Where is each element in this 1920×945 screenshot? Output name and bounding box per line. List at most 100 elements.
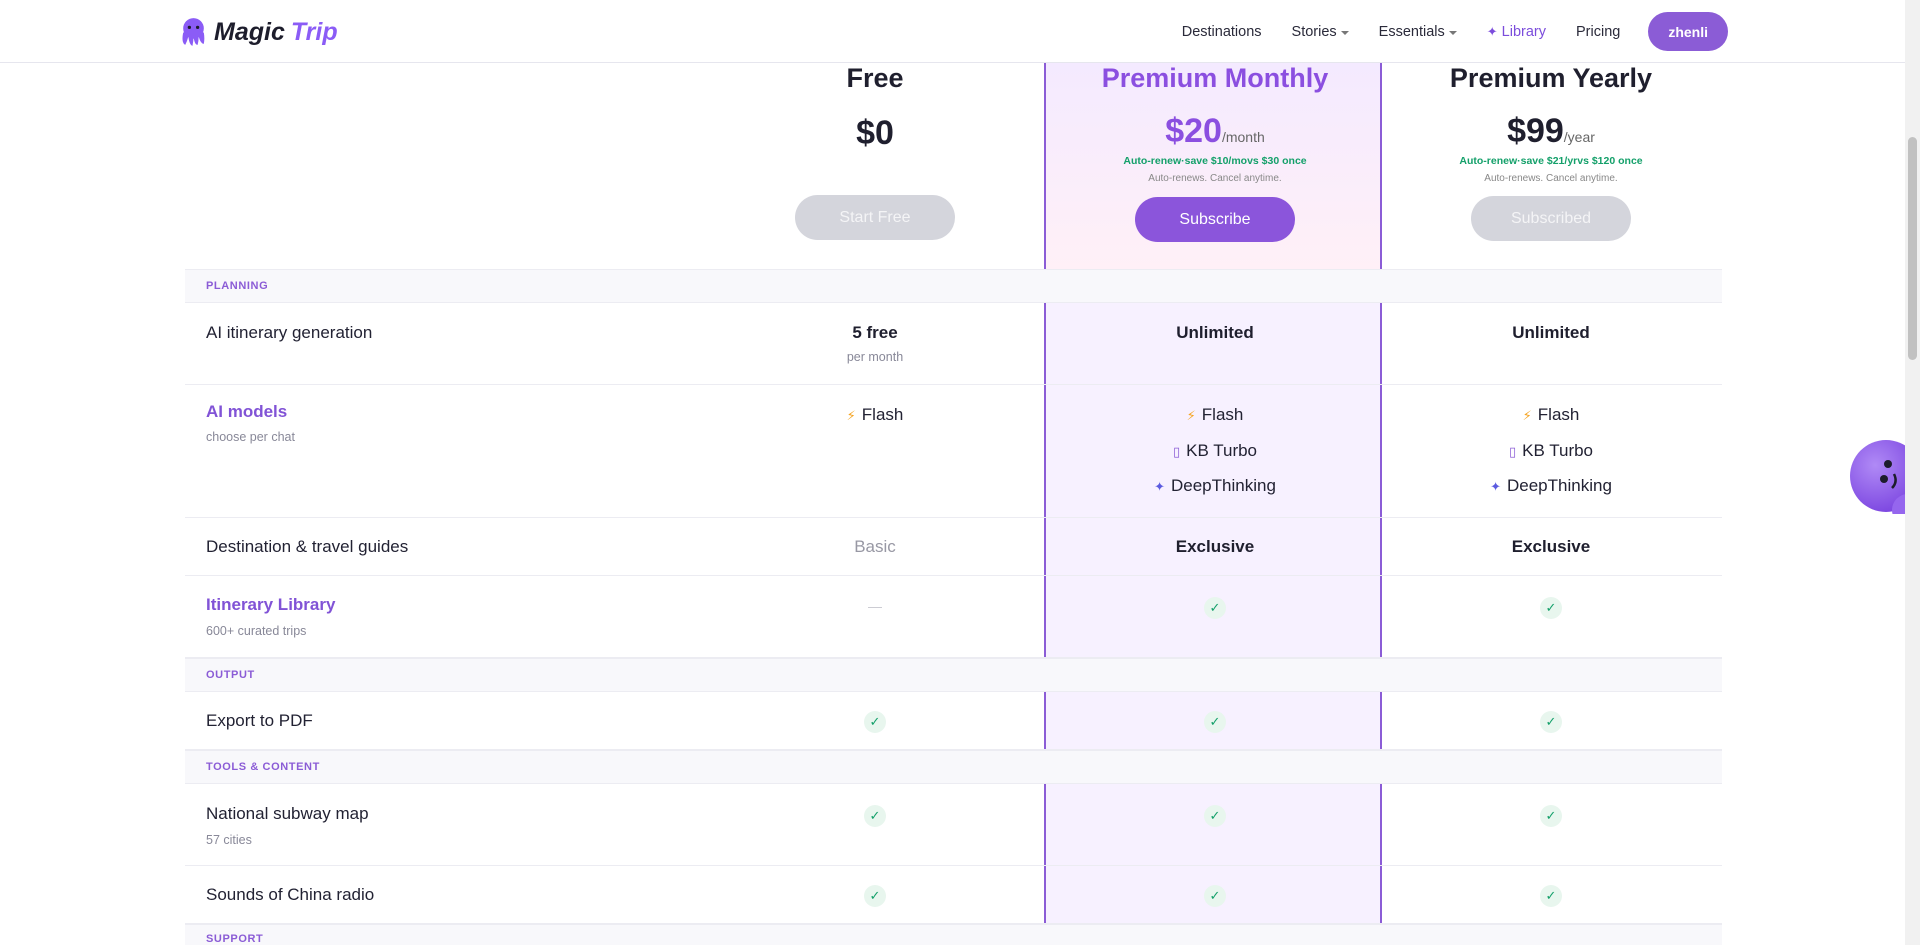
- free-value: 5 free: [852, 323, 898, 342]
- feature-row-itinerary-library: Itinerary Library 600+ curated trips — ✓…: [185, 576, 1722, 658]
- book-icon: ▯: [1508, 444, 1517, 459]
- feature-row-radio: Sounds of China radio ✓ ✓ ✓: [185, 866, 1722, 924]
- feature-sub: 57 cities: [206, 833, 252, 847]
- sparkle-icon: ✦: [1486, 23, 1498, 39]
- model-kb-turbo: ▯ KB Turbo: [1046, 441, 1384, 461]
- nav-link-destinations[interactable]: Destinations: [1182, 24, 1262, 40]
- nav-link-label: Destinations: [1181, 23, 1262, 40]
- assistant-mascot-button[interactable]: [1848, 432, 1905, 514]
- section-planning: PLANNING: [185, 269, 1722, 303]
- book-icon: ▯: [1172, 444, 1181, 459]
- section-label: OUTPUT: [206, 669, 255, 681]
- lightning-icon: ⚡: [1186, 408, 1196, 423]
- octopus-logo-icon: [182, 17, 205, 46]
- model-deepthinking: ✦ DeepThinking: [1382, 476, 1720, 496]
- caret-down-icon: [1340, 30, 1349, 35]
- free-value: Basic: [854, 537, 896, 556]
- feature-row-export-pdf: Export to PDF ✓ ✓ ✓: [185, 692, 1722, 750]
- model-label: Flash: [1537, 405, 1580, 424]
- brand-word-1: Magic: [214, 17, 285, 46]
- feature-sub: choose per chat: [206, 430, 295, 444]
- nav-link-library[interactable]: ✦ Library: [1487, 24, 1546, 40]
- check-icon: ✓: [1204, 597, 1226, 619]
- page-scrollbar[interactable]: [1905, 0, 1920, 945]
- check-icon: ✓: [1204, 885, 1226, 907]
- user-account-button[interactable]: zhenli: [1648, 12, 1728, 51]
- caret-down-icon: [1448, 30, 1457, 35]
- yearly-value: Exclusive: [1511, 537, 1591, 556]
- plan-free-header: Free $0 Start Free: [706, 63, 1044, 240]
- plan-monthly-header: Premium Monthly $20/month Auto-renew·sav…: [1046, 63, 1384, 242]
- feature-row-ai-itinerary: AI itinerary generation 5 free per month…: [185, 303, 1722, 385]
- check-icon: ✓: [1540, 805, 1562, 827]
- plan-name: Premium Yearly: [1449, 63, 1653, 93]
- sparkle-icon: ✦: [1154, 479, 1165, 494]
- model-kb-turbo: ▯ KB Turbo: [1382, 441, 1720, 461]
- nav-link-stories[interactable]: Stories: [1292, 24, 1349, 40]
- not-included-dash: —: [868, 598, 882, 614]
- section-support: SUPPORT: [185, 924, 1722, 945]
- ai-models-link[interactable]: AI models: [206, 402, 287, 422]
- brand-word-2: Trip: [290, 17, 338, 46]
- feature-label: AI itinerary generation: [206, 323, 373, 342]
- scrollbar-thumb[interactable]: [1908, 137, 1917, 360]
- free-value-sub: per month: [846, 350, 904, 364]
- plan-price: $0: [706, 114, 1044, 153]
- pricing-table: Free $0 Start Free Premium Monthly $20/m…: [185, 63, 1722, 945]
- section-label: TOOLS & CONTENT: [206, 761, 320, 773]
- feature-label: National subway map: [206, 804, 369, 823]
- feature-sub: 600+ curated trips: [206, 624, 307, 638]
- price-unit: /year: [1563, 129, 1595, 145]
- subscribed-button[interactable]: Subscribed: [1471, 196, 1631, 241]
- price-value: $0: [856, 114, 894, 152]
- lightning-icon: ⚡: [1522, 408, 1532, 423]
- model-flash: ⚡ Flash: [1382, 405, 1720, 425]
- model-label: DeepThinking: [1507, 476, 1612, 495]
- model-label: DeepThinking: [1171, 476, 1276, 495]
- nav-link-essentials[interactable]: Essentials: [1379, 24, 1457, 40]
- price-value: $99: [1507, 112, 1564, 150]
- plan-price: $20/month: [1046, 112, 1384, 151]
- monthly-value: Unlimited: [1176, 323, 1254, 342]
- subscribe-button[interactable]: Subscribe: [1135, 197, 1295, 242]
- section-label: PLANNING: [206, 280, 269, 292]
- section-label: SUPPORT: [206, 933, 264, 945]
- check-icon: ✓: [864, 885, 886, 907]
- plan-name: Free: [846, 63, 904, 93]
- check-icon: ✓: [864, 711, 886, 733]
- check-icon: ✓: [864, 805, 886, 827]
- feature-row-subway-map: National subway map 57 cities ✓ ✓ ✓: [185, 784, 1722, 866]
- yearly-value: Unlimited: [1512, 323, 1590, 342]
- monthly-value: Exclusive: [1175, 537, 1255, 556]
- renew-note: Auto-renew·save $10/movs $30 once: [1123, 155, 1307, 167]
- plan-price: $99/year: [1382, 112, 1720, 151]
- section-tools-content: TOOLS & CONTENT: [185, 750, 1722, 784]
- check-icon: ✓: [1204, 711, 1226, 733]
- nav-link-label: Stories: [1291, 23, 1337, 40]
- plan-name: Premium Monthly: [1101, 63, 1329, 93]
- sparkle-icon: ✦: [1490, 479, 1501, 494]
- feature-row-guides: Destination & travel guides Basic Exclus…: [185, 518, 1722, 576]
- nav-links: Destinations Stories Essentials ✦ Library…: [1152, 12, 1728, 51]
- feature-label: Destination & travel guides: [206, 537, 409, 556]
- section-output: OUTPUT: [185, 658, 1722, 692]
- model-label: KB Turbo: [1522, 441, 1594, 460]
- itinerary-library-link[interactable]: Itinerary Library: [206, 595, 335, 615]
- cancel-note: Auto-renews. Cancel anytime.: [1148, 173, 1282, 184]
- feature-label: Export to PDF: [206, 711, 313, 730]
- nav-link-label: Library: [1501, 23, 1546, 40]
- nav-link-pricing[interactable]: Pricing: [1576, 24, 1620, 40]
- check-icon: ✓: [1540, 597, 1562, 619]
- model-flash: ⚡ Flash: [706, 405, 1044, 425]
- start-free-button[interactable]: Start Free: [795, 195, 955, 240]
- brand-logo[interactable]: Magic Trip: [177, 14, 338, 50]
- top-nav: Magic Trip Destinations Stories Essentia…: [0, 0, 1905, 63]
- check-icon: ✓: [1540, 885, 1562, 907]
- check-icon: ✓: [1540, 711, 1562, 733]
- octopus-mascot-icon: [1850, 440, 1905, 514]
- price-unit: /month: [1221, 129, 1265, 145]
- price-value: $20: [1165, 112, 1222, 150]
- feature-row-ai-models: AI models choose per chat ⚡ Flash ⚡ Flash …: [185, 385, 1722, 518]
- lightning-icon: ⚡: [846, 408, 856, 423]
- model-deepthinking: ✦ DeepThinking: [1046, 476, 1384, 496]
